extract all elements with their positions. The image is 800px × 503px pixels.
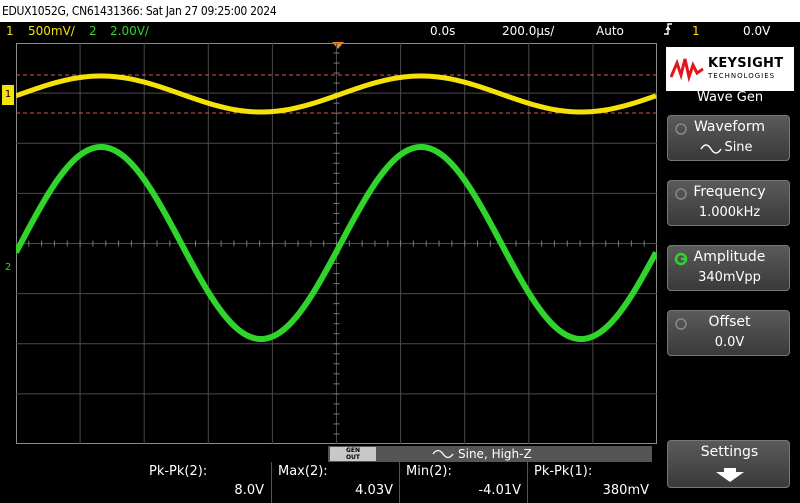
measurement-label: Pk-Pk(1):: [534, 464, 593, 479]
measurement-value: 8.0V: [234, 483, 264, 498]
ch2-marker-label: 2: [4, 262, 12, 273]
measurement-value: -4.01V: [478, 483, 521, 498]
brand-name: KEYSIGHT: [708, 56, 784, 71]
measurement-pkpk-ch1[interactable]: Pk-Pk(1): 380mV: [527, 462, 655, 503]
trigger-source[interactable]: 1: [692, 22, 700, 41]
gen-out-line1: GEN: [345, 447, 361, 454]
time-offset[interactable]: 0.0s: [430, 22, 455, 41]
keysight-wave-icon: [670, 58, 704, 83]
ch1-marker-label: 1: [4, 89, 12, 100]
softkey-panel: KEYSIGHT TECHNOLOGIES Wave Gen Waveform …: [660, 43, 800, 503]
ch2-ground-marker[interactable]: 2: [2, 260, 14, 276]
waveform-softkey[interactable]: Waveform Sine: [667, 115, 790, 161]
arrow-down-icon: [716, 468, 744, 482]
measurement-label: Max(2):: [278, 464, 328, 479]
measurement-label: Pk-Pk(2):: [149, 464, 208, 479]
trigger-mode[interactable]: Auto: [596, 22, 624, 41]
keysight-logo: KEYSIGHT TECHNOLOGIES: [666, 47, 794, 91]
gen-out-line2: OUT: [345, 454, 361, 461]
trigger-edge-icon: [663, 22, 673, 42]
ch2-scale[interactable]: 2.00V/: [110, 22, 149, 41]
measurement-max-ch2[interactable]: Max(2): 4.03V: [271, 462, 399, 503]
ch1-ground-marker[interactable]: 1: [2, 85, 14, 105]
wavegen-status-bar: GEN OUT Sine, High-Z: [328, 446, 652, 462]
waveform-grid: [13, 42, 659, 444]
amplitude-label: Amplitude: [693, 249, 766, 265]
ch1-scale[interactable]: 500mV/: [28, 22, 75, 41]
ch1-number[interactable]: 1: [6, 22, 14, 41]
waveform-label: Waveform: [693, 119, 766, 135]
measurement-value: 4.03V: [355, 483, 393, 498]
status-bar: 1 500mV/ 2 2.00V/ 0.0s 200.0µs/ Auto 1 0…: [0, 22, 800, 41]
menu-title: Wave Gen: [696, 90, 764, 105]
measurement-min-ch2[interactable]: Min(2): -4.01V: [399, 462, 527, 503]
brand-subtitle: TECHNOLOGIES: [708, 72, 776, 80]
title-bar: EDUX1052G, CN61431366: Sat Jan 27 09:25:…: [0, 0, 800, 22]
frequency-value: 1.000kHz: [698, 205, 761, 220]
trigger-level[interactable]: 0.0V: [743, 22, 770, 41]
sine-wave-icon: [432, 449, 454, 459]
settings-softkey[interactable]: Settings: [667, 440, 790, 488]
waveform-display[interactable]: [13, 42, 659, 444]
sine-wave-icon: [700, 144, 722, 154]
waveform-value: Sine: [724, 140, 753, 155]
amplitude-value: 340mVpp: [698, 270, 761, 285]
wavegen-status-text: Sine, High-Z: [458, 447, 532, 461]
amplitude-softkey[interactable]: Amplitude 340mVpp: [667, 245, 790, 291]
timebase[interactable]: 200.0µs/: [502, 22, 554, 41]
settings-label: Settings: [700, 444, 759, 460]
frequency-softkey[interactable]: Frequency 1.000kHz: [667, 180, 790, 226]
offset-label: Offset: [708, 314, 751, 330]
offset-softkey[interactable]: Offset 0.0V: [667, 310, 790, 356]
gen-out-badge: GEN OUT: [330, 447, 376, 461]
measurement-pkpk-ch2[interactable]: Pk-Pk(2): 8.0V: [143, 462, 270, 503]
measurement-label: Min(2):: [406, 464, 452, 479]
offset-value: 0.0V: [714, 335, 745, 350]
measurement-value: 380mV: [602, 483, 649, 498]
ch2-number[interactable]: 2: [89, 22, 97, 41]
frequency-label: Frequency: [693, 184, 766, 200]
instrument-title: EDUX1052G, CN61431366: Sat Jan 27 09:25:…: [2, 4, 277, 18]
